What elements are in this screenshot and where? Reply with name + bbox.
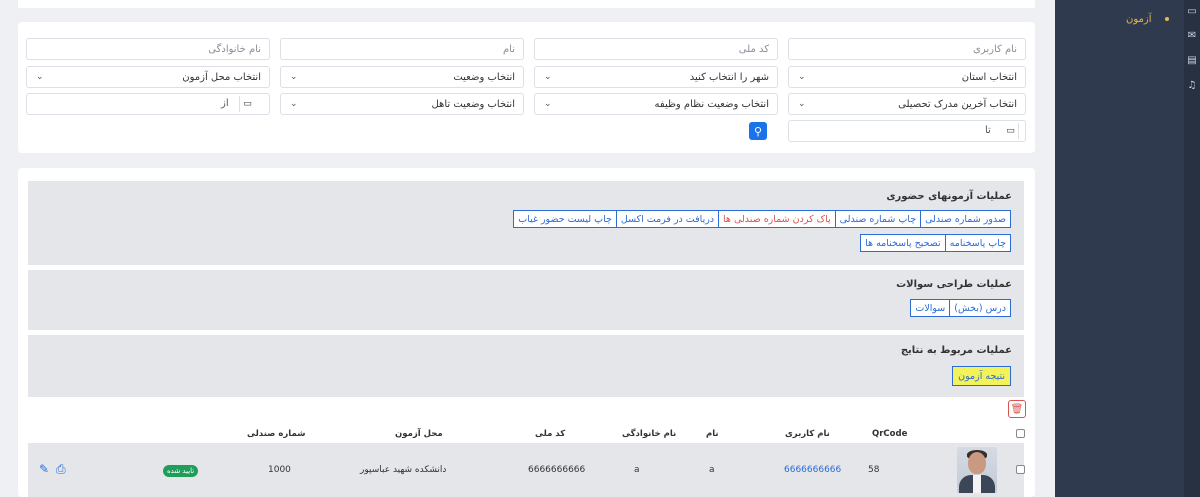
issue-seat-number-button[interactable]: صدور شماره صندلی [920, 210, 1011, 228]
calendar-icon[interactable]: ▭ [1003, 123, 1019, 139]
marital-select-value: انتخاب وضعیت تاهل [431, 98, 515, 110]
onsite-ops-title: عملیات آزمونهای حضوری [886, 191, 1012, 202]
search-button[interactable]: ⚲ [749, 122, 767, 140]
monitor-icon[interactable]: ▭ [1186, 6, 1198, 18]
onsite-ops-row2: چاپ پاسخنامه تصحیح پاسخنامه ها [860, 234, 1011, 252]
username-input[interactable]: نام کاربری [788, 38, 1026, 60]
military-select-value: انتخاب وضعیت نظام وظیفه [654, 98, 769, 110]
delete-button[interactable]: 🗑 [1008, 400, 1026, 418]
filter-card: نام کاربری کد ملی نام نام خانوادگی انتخا… [18, 22, 1035, 153]
col-seat: شماره صندلی [247, 429, 306, 439]
status-select-value: انتخاب وضعیت [453, 71, 515, 83]
status-select[interactable]: انتخاب وضعیت ⌄ [280, 66, 524, 88]
lesson-section-button[interactable]: درس (بخش) [949, 299, 1011, 317]
col-last-name: نام خانوادگی [622, 429, 677, 439]
col-first-name: نام [706, 429, 719, 439]
results-ops-buttons: نتیجه آزمون [952, 366, 1011, 386]
search-icon: ⚲ [753, 124, 763, 138]
marital-select[interactable]: انتخاب وضعیت تاهل ⌄ [280, 93, 524, 115]
mail-icon[interactable]: ✉ [1186, 30, 1198, 42]
onsite-ops-panel: عملیات آزمونهای حضوری صدور شماره صندلی چ… [28, 181, 1024, 265]
last-name-input[interactable]: نام خانوادگی [26, 38, 270, 60]
results-ops-title: عملیات مربوط به نتایج [900, 345, 1012, 356]
question-ops-panel: عملیات طراحی سوالات درس (بخش) سوالات [28, 270, 1024, 330]
degree-select[interactable]: انتخاب آخرین مدرک تحصیلی ⌄ [788, 93, 1026, 115]
national-code-input[interactable]: کد ملی [534, 38, 778, 60]
trash-icon: 🗑 [1010, 403, 1024, 415]
top-strip [18, 0, 1035, 8]
chevron-down-icon: ⌄ [36, 72, 44, 82]
col-qrcode: QrCode [872, 429, 908, 439]
cell-first-name: a [709, 465, 715, 475]
onsite-ops-row1: صدور شماره صندلی چاپ شماره صندلی پاک کرد… [513, 210, 1011, 228]
province-select-value: انتخاب استان [961, 71, 1017, 83]
print-attendance-button[interactable]: چاپ لیست حضور غیاب [513, 210, 617, 228]
question-ops-title: عملیات طراحی سوالات [896, 279, 1012, 290]
city-select-value: شهر را انتخاب کنید [689, 71, 769, 83]
chevron-down-icon: ⌄ [544, 99, 552, 109]
to-label: تا [985, 125, 991, 136]
print-answer-sheet-button[interactable]: چاپ پاسخنامه [944, 234, 1011, 252]
military-select[interactable]: انتخاب وضعیت نظام وظیفه ⌄ [534, 93, 778, 115]
sidebar [1055, 0, 1200, 497]
icon-strip: ▭ ✉ ▤ ♫ [1184, 0, 1200, 497]
to-date-input[interactable]: ▭ تا [788, 120, 1026, 142]
exam-location-select-value: انتخاب محل آزمون [182, 71, 261, 83]
chevron-down-icon: ⌄ [290, 99, 298, 109]
city-select[interactable]: شهر را انتخاب کنید ⌄ [534, 66, 778, 88]
calendar-icon[interactable]: ▭ [239, 96, 255, 112]
col-location: محل آزمون [395, 429, 443, 439]
from-date-input[interactable]: ▭ از [26, 93, 270, 115]
cell-last-name: a [634, 465, 640, 475]
cell-national-code: 6666666666 [528, 465, 586, 475]
headset-icon[interactable]: ♫ [1186, 80, 1198, 92]
active-dot-icon [1165, 17, 1169, 21]
edit-icon[interactable]: ✎ [39, 462, 49, 476]
degree-select-value: انتخاب آخرین مدرک تحصیلی [898, 98, 1017, 110]
document-icon[interactable]: ▤ [1186, 55, 1198, 67]
questions-button[interactable]: سوالات [910, 299, 951, 317]
col-username: نام کاربری [785, 429, 830, 439]
table-row[interactable]: 58 6666666666 a a 6666666666 دانشکده شهی… [28, 443, 1025, 497]
chevron-down-icon: ⌄ [290, 72, 298, 82]
results-ops-panel: عملیات مربوط به نتایج نتیجه آزمون [28, 335, 1024, 397]
chevron-down-icon: ⌄ [544, 72, 552, 82]
exam-result-button[interactable]: نتیجه آزمون [952, 366, 1011, 386]
chevron-down-icon: ⌄ [798, 99, 806, 109]
avatar [957, 447, 997, 493]
cell-qrcode: 58 [868, 465, 880, 475]
col-national-code: کد ملی [535, 429, 566, 439]
cell-seat: 1000 [268, 465, 291, 475]
sidebar-item-exam[interactable]: آزمون [1126, 14, 1151, 25]
print-seat-number-button[interactable]: چاپ شماره صندلی [834, 210, 922, 228]
cell-username-link[interactable]: 6666666666 [784, 465, 841, 475]
question-ops-buttons: درس (بخش) سوالات [910, 299, 1011, 317]
export-excel-button[interactable]: دریافت در فرمت اکسل [615, 210, 720, 228]
row-checkbox[interactable] [1016, 465, 1025, 474]
operations-card: عملیات آزمونهای حضوری صدور شماره صندلی چ… [18, 168, 1035, 497]
from-label: از [221, 98, 229, 109]
select-all-checkbox[interactable] [1016, 429, 1025, 438]
chevron-down-icon: ⌄ [798, 72, 806, 82]
correct-answer-sheets-button[interactable]: تصحیح پاسخنامه ها [860, 234, 946, 252]
status-badge: تایید شده [163, 465, 199, 477]
clear-seat-numbers-button[interactable]: پاک کردن شماره صندلی ها [718, 210, 836, 228]
exam-location-select[interactable]: انتخاب محل آزمون ⌄ [26, 66, 270, 88]
print-icon[interactable]: ⎙ [56, 462, 66, 477]
cell-location: دانشکده شهید عباسپور [360, 465, 447, 475]
first-name-input[interactable]: نام [280, 38, 524, 60]
province-select[interactable]: انتخاب استان ⌄ [788, 66, 1026, 88]
